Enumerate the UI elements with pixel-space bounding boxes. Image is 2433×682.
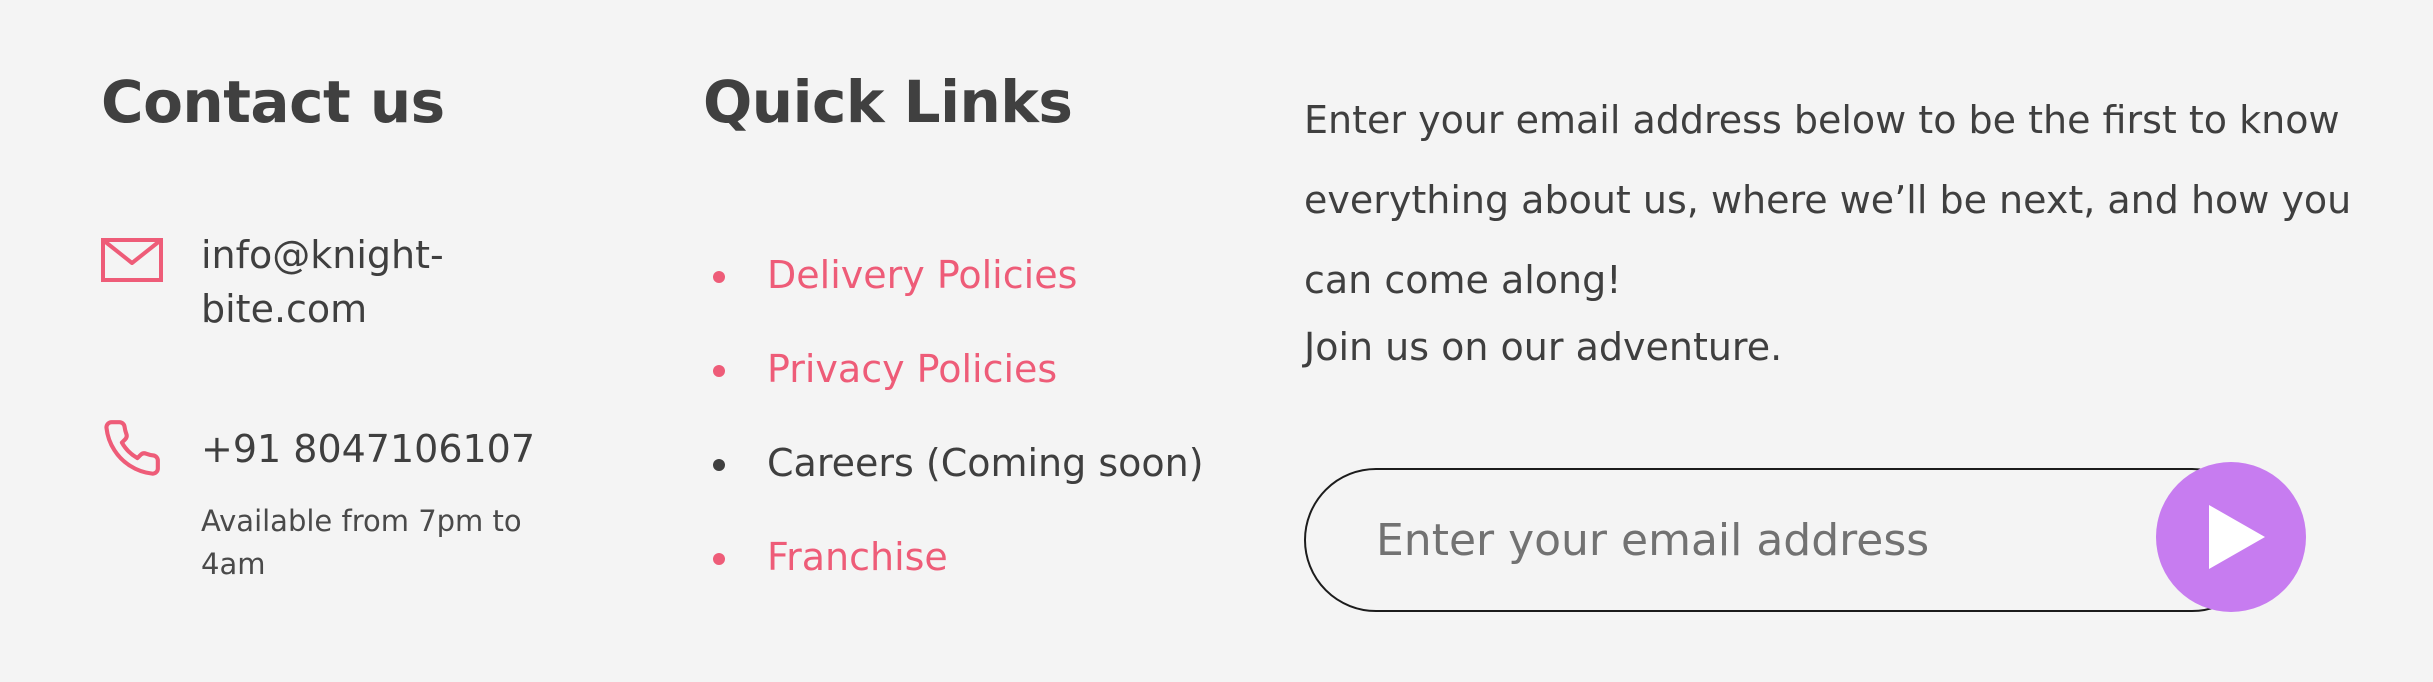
quick-links-list: Delivery Policies Privacy Policies Caree…: [703, 248, 1204, 624]
newsletter-form: [1304, 462, 2306, 612]
link-franchise[interactable]: Franchise: [703, 530, 1204, 624]
mail-icon: [101, 238, 163, 282]
link-privacy-policies[interactable]: Privacy Policies: [703, 342, 1204, 436]
contact-hours: Available from 7pm to 4am: [201, 504, 522, 581]
phone-icon: [101, 417, 163, 479]
bullet-icon: [713, 459, 725, 471]
bullet-icon: [713, 553, 725, 565]
play-arrow-icon: [2209, 505, 2265, 569]
newsletter-join-text: Join us on our adventure.: [1304, 325, 1783, 369]
newsletter-description: Enter your email address below to be the…: [1304, 98, 2352, 302]
contact-email-link[interactable]: info@knight-bite.com: [201, 228, 501, 336]
link-label: Careers (Coming soon): [767, 441, 1204, 485]
link-label: Franchise: [767, 535, 948, 579]
link-delivery-policies[interactable]: Delivery Policies: [703, 248, 1204, 342]
contact-phone-link[interactable]: +91 8047106107: [201, 422, 535, 476]
bullet-icon: [713, 271, 725, 283]
newsletter-email-input[interactable]: [1304, 468, 2264, 612]
link-careers: Careers (Coming soon): [703, 436, 1204, 530]
quick-links-heading: Quick Links: [703, 68, 1073, 136]
contact-heading: Contact us: [101, 68, 445, 136]
bullet-icon: [713, 365, 725, 377]
link-label: Delivery Policies: [767, 253, 1078, 297]
link-label: Privacy Policies: [767, 347, 1058, 391]
newsletter-submit-button[interactable]: [2156, 462, 2306, 612]
